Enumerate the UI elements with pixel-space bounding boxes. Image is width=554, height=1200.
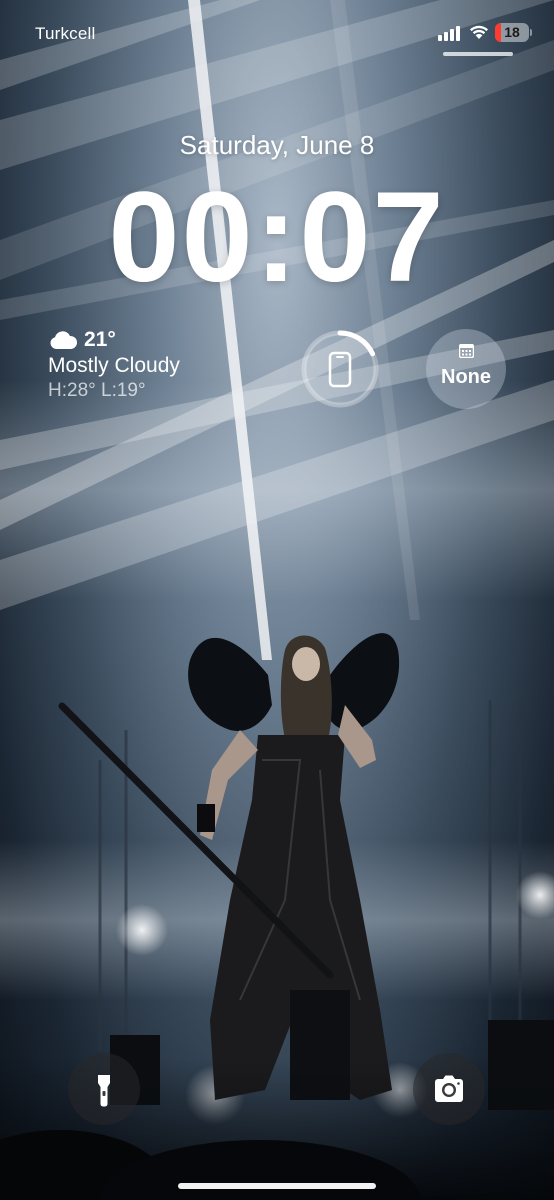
weather-widget[interactable]: 21° Mostly Cloudy H:28° L:19° xyxy=(48,326,248,402)
camera-icon xyxy=(435,1075,463,1102)
battery-percentage: 18 xyxy=(504,24,520,40)
calendar-icon xyxy=(458,343,475,359)
battery-tip xyxy=(530,29,532,36)
weather-temperature: 21° xyxy=(84,328,116,351)
lock-screen-clock[interactable]: 00:07 xyxy=(0,168,554,308)
home-indicator[interactable] xyxy=(178,1183,376,1189)
battery-ring xyxy=(301,330,379,408)
calendar-widget[interactable]: None xyxy=(426,329,506,409)
flashlight-button[interactable] xyxy=(68,1053,140,1125)
lock-screen: Turkcell 18 Saturday, June 8 00:07 21° M… xyxy=(0,0,554,1200)
weather-current: 21° xyxy=(48,326,248,352)
battery-widget[interactable] xyxy=(300,329,380,409)
weather-high-low: H:28° L:19° xyxy=(48,380,146,401)
calendar-label: None xyxy=(441,366,491,388)
lock-screen-date: Saturday, June 8 xyxy=(179,130,375,160)
wifi-icon xyxy=(469,24,489,40)
status-bar: Turkcell 18 xyxy=(0,0,554,70)
camera-button[interactable] xyxy=(413,1053,485,1125)
flashlight-icon xyxy=(98,1075,110,1107)
control-center-indicator[interactable] xyxy=(443,52,513,56)
weather-condition: Mostly Cloudy xyxy=(48,354,180,377)
cloud-icon xyxy=(48,330,78,350)
carrier-name: Turkcell xyxy=(35,24,96,43)
cellular-signal-icon xyxy=(438,25,462,41)
battery-icon: 18 xyxy=(495,23,529,42)
